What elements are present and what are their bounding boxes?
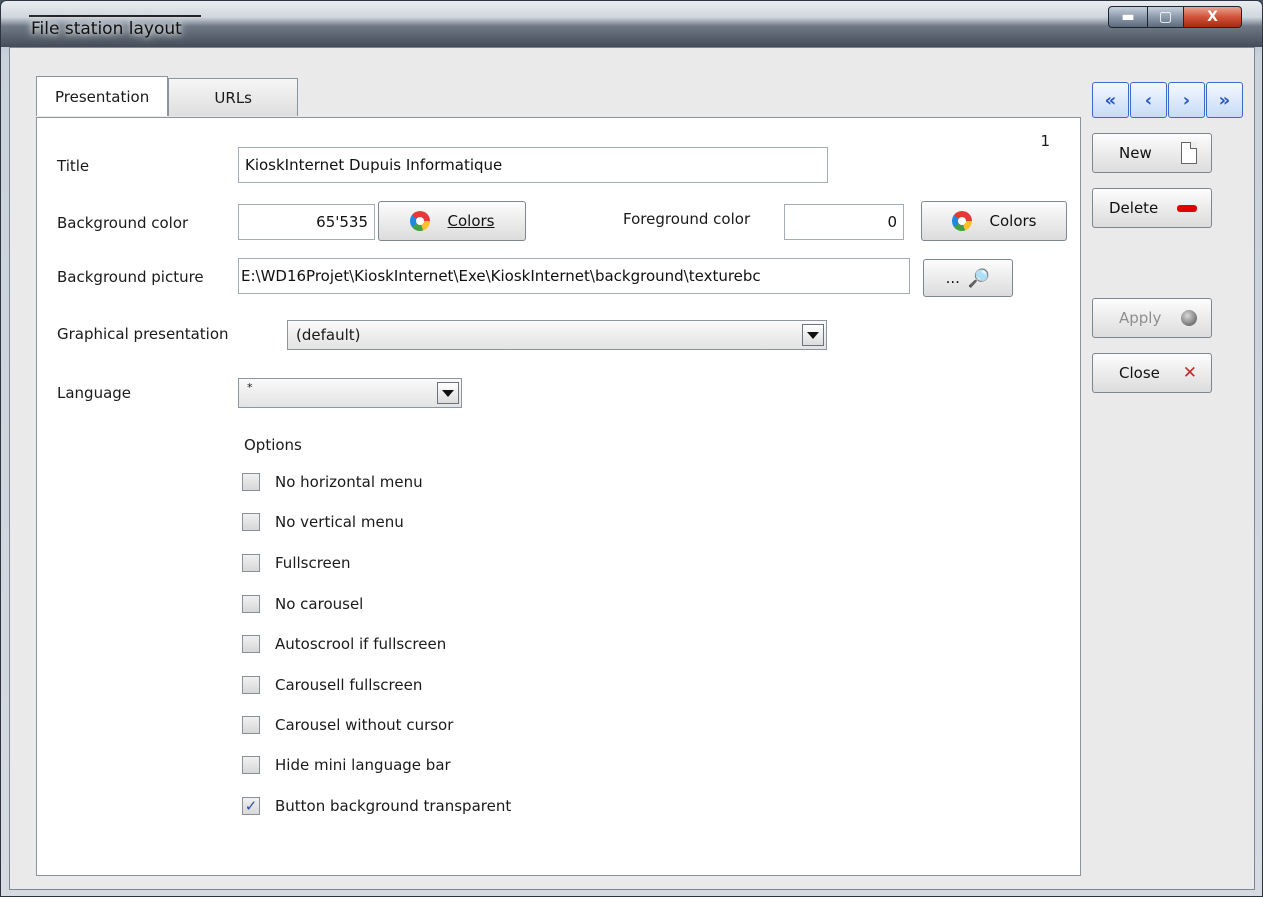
close-x-icon: ✕ xyxy=(1182,363,1197,383)
option-row[interactable]: ✓ Button background transparent xyxy=(242,797,511,815)
checkbox[interactable] xyxy=(242,716,260,734)
option-label: Button background transparent xyxy=(275,797,512,815)
option-row[interactable]: Fullscreen xyxy=(242,554,351,572)
tab-presentation[interactable]: Presentation xyxy=(36,76,169,116)
presentation-panel: 1 Title KioskInternet Dupuis Informatiqu… xyxy=(36,117,1081,876)
dropdown-button[interactable] xyxy=(437,382,459,404)
apply-icon xyxy=(1181,310,1197,326)
checkbox[interactable] xyxy=(242,676,260,694)
apply-button[interactable]: Apply xyxy=(1092,298,1212,338)
dropdown-button[interactable] xyxy=(802,324,824,346)
maximize-button[interactable]: ▢ xyxy=(1148,6,1184,28)
color-palette-icon xyxy=(951,211,972,231)
magnifier-icon: 🔍 xyxy=(967,267,991,289)
chevron-right-icon: › xyxy=(1182,89,1191,111)
title-input[interactable]: KioskInternet Dupuis Informatique xyxy=(238,147,828,183)
option-row[interactable]: No carousel xyxy=(242,595,363,613)
minimize-icon: ▬ xyxy=(1121,9,1135,25)
bg-picture-label: Background picture xyxy=(57,268,204,286)
option-label: No carousel xyxy=(275,595,364,613)
graphical-label: Graphical presentation xyxy=(57,325,229,343)
caption-buttons: ▬ ▢ X xyxy=(1108,6,1242,28)
checkbox[interactable] xyxy=(242,473,260,491)
title-label: Title xyxy=(57,157,90,175)
delete-icon xyxy=(1177,204,1197,212)
option-row[interactable]: Carousel without cursor xyxy=(242,716,453,734)
new-button[interactable]: New xyxy=(1092,133,1212,173)
new-document-icon xyxy=(1181,142,1197,164)
fg-colors-button[interactable]: Colors xyxy=(921,201,1067,241)
tab-urls[interactable]: URLs xyxy=(168,78,299,116)
chevron-left-icon: ‹ xyxy=(1144,89,1153,111)
option-label: Fullscreen xyxy=(275,554,351,572)
new-label: New xyxy=(1119,144,1152,162)
option-row[interactable]: Autoscrool if fullscreen xyxy=(242,635,446,653)
chevron-down-icon xyxy=(807,331,819,339)
next-record-button[interactable]: › xyxy=(1168,82,1205,118)
previous-record-button[interactable]: ‹ xyxy=(1130,82,1167,118)
color-palette-icon xyxy=(409,211,430,231)
maximize-icon: ▢ xyxy=(1158,9,1173,25)
checkbox[interactable] xyxy=(242,513,260,531)
options-label: Options xyxy=(244,436,302,454)
checkmark-icon: ✓ xyxy=(244,797,258,815)
option-label: No horizontal menu xyxy=(275,473,423,491)
option-label: Autoscrool if fullscreen xyxy=(275,635,447,653)
bg-colors-button[interactable]: Colors xyxy=(378,201,526,241)
bg-picture-input[interactable]: E:\WD16Projet\KioskInternet\Exe\KioskInt… xyxy=(238,258,910,294)
bg-color-input[interactable]: 65'535 xyxy=(238,204,375,240)
language-value: * xyxy=(247,381,253,394)
title-accent-line xyxy=(29,15,201,17)
client-area: Presentation URLs 1 Title KioskInternet … xyxy=(9,47,1255,890)
apply-label: Apply xyxy=(1119,309,1162,327)
title-bar[interactable]: File station layout ▬ ▢ X xyxy=(1,1,1262,47)
checkbox[interactable] xyxy=(242,554,260,572)
first-record-button[interactable]: « xyxy=(1092,82,1129,118)
record-index: 1 xyxy=(1040,132,1050,150)
graphical-value: (default) xyxy=(296,326,361,344)
tab-strip: Presentation URLs xyxy=(36,76,299,116)
chevron-down-icon xyxy=(442,389,454,397)
last-record-button[interactable]: » xyxy=(1206,82,1243,118)
option-row[interactable]: Hide mini language bar xyxy=(242,756,451,774)
app-window: File station layout ▬ ▢ X Presentation U… xyxy=(0,0,1263,897)
browse-label: ... xyxy=(945,269,960,287)
checkbox[interactable] xyxy=(242,595,260,613)
option-row[interactable]: No horizontal menu xyxy=(242,473,423,491)
checkbox-checked[interactable]: ✓ xyxy=(242,797,260,815)
close-button[interactable]: Close ✕ xyxy=(1092,353,1212,393)
graphical-select[interactable]: (default) xyxy=(287,320,827,350)
bg-colors-label: Colors xyxy=(447,212,495,230)
close-window-button[interactable]: X xyxy=(1184,6,1242,28)
window-title: File station layout xyxy=(31,19,182,39)
fg-color-input[interactable]: 0 xyxy=(784,204,904,240)
fg-color-label: Foreground color xyxy=(623,210,751,228)
option-label: Carousell fullscreen xyxy=(275,676,423,694)
delete-button[interactable]: Delete xyxy=(1092,188,1212,228)
option-label: No vertical menu xyxy=(275,513,404,531)
fg-colors-label: Colors xyxy=(989,212,1037,230)
checkbox[interactable] xyxy=(242,635,260,653)
language-select[interactable]: * xyxy=(238,378,462,408)
double-chevron-left-icon: « xyxy=(1104,89,1117,111)
language-label: Language xyxy=(57,384,132,402)
option-label: Carousel without cursor xyxy=(275,716,454,734)
option-label: Hide mini language bar xyxy=(275,756,451,774)
close-label: Close xyxy=(1119,364,1160,382)
close-icon: X xyxy=(1207,9,1218,25)
record-navigation: « ‹ › » xyxy=(1092,82,1244,118)
bg-color-label: Background color xyxy=(57,214,189,232)
option-row[interactable]: No vertical menu xyxy=(242,513,404,531)
minimize-button[interactable]: ▬ xyxy=(1108,6,1148,28)
double-chevron-right-icon: » xyxy=(1218,89,1231,111)
option-row[interactable]: Carousell fullscreen xyxy=(242,676,422,694)
checkbox[interactable] xyxy=(242,756,260,774)
browse-button[interactable]: ... 🔍 xyxy=(923,259,1013,297)
delete-label: Delete xyxy=(1109,199,1159,217)
